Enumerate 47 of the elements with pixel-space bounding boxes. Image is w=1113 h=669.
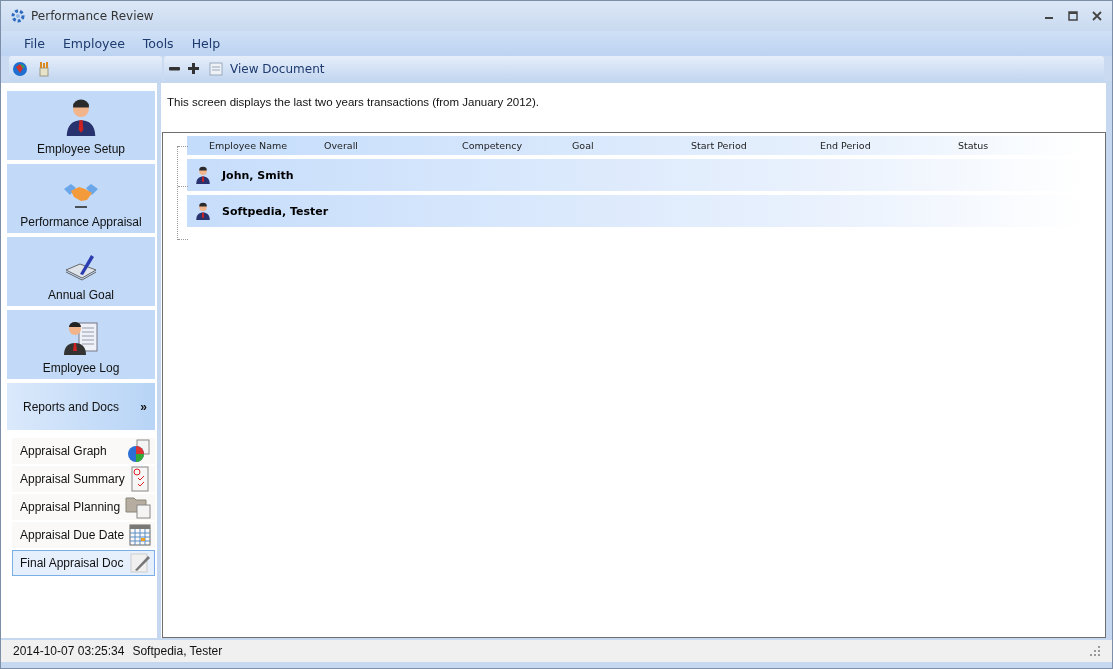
app-gear-icon: [11, 8, 25, 24]
calendar-icon: [129, 524, 151, 546]
menu-item[interactable]: File: [15, 36, 54, 51]
menu-item[interactable]: Tools: [133, 36, 183, 51]
checklist-icon: [129, 466, 151, 492]
report-item[interactable]: Appraisal Planning: [12, 494, 155, 520]
book-pen-icon: [64, 252, 98, 282]
plus-icon[interactable]: [187, 62, 200, 75]
nav-button[interactable]: Annual Goal: [7, 237, 155, 306]
report-item[interactable]: Appraisal Summary: [12, 466, 155, 492]
window-title: Performance Review: [31, 9, 155, 23]
person-icon: [194, 202, 212, 220]
maximize-icon[interactable]: [1068, 11, 1078, 21]
pie-chart-icon: [127, 439, 151, 463]
menu-item[interactable]: Help: [182, 36, 230, 51]
nav-button[interactable]: Employee Setup: [7, 91, 155, 160]
employee-name: Softpedia, Tester: [222, 204, 329, 218]
pencil-icon: [129, 552, 151, 574]
folder-icon: [125, 495, 151, 519]
column-header[interactable]: End Period: [820, 140, 958, 151]
section-title: Reports and Docs: [23, 399, 120, 414]
column-header[interactable]: Competency: [462, 140, 572, 151]
reports-section-header[interactable]: Reports and Docs »: [7, 383, 155, 430]
handshake-icon: [63, 181, 99, 209]
employee-name: John, Smith: [222, 168, 294, 182]
report-item[interactable]: Appraisal Due Date: [12, 522, 155, 548]
resize-grip-icon[interactable]: [1090, 646, 1100, 656]
document-icon: [208, 60, 224, 77]
description-text: This screen displays the last two years transactions (from January 2012).: [166, 95, 540, 110]
status-timestamp: 2014-10-07 03:25:34: [13, 644, 125, 658]
close-icon[interactable]: [1092, 11, 1102, 21]
column-header[interactable]: Status: [958, 140, 1058, 151]
nav-button[interactable]: Employee Log: [7, 310, 155, 379]
menu-item[interactable]: Employee: [53, 36, 134, 51]
column-header[interactable]: Employee Name: [187, 140, 324, 151]
person-icon: [194, 166, 212, 184]
view-document-button[interactable]: View Document: [206, 60, 327, 77]
column-header[interactable]: Overall: [324, 140, 462, 151]
nav-button[interactable]: Performance Appraisal: [7, 164, 155, 233]
column-header[interactable]: Start Period: [691, 140, 820, 151]
report-item[interactable]: Final Appraisal Doc: [12, 550, 155, 576]
report-item[interactable]: Appraisal Graph: [12, 438, 155, 464]
expand-chevron[interactable]: »: [140, 399, 147, 414]
status-user: Softpedia, Tester: [132, 644, 223, 658]
employee-log-icon: [63, 319, 99, 355]
column-header[interactable]: Goal: [572, 140, 691, 151]
globe-icon[interactable]: [12, 60, 28, 77]
